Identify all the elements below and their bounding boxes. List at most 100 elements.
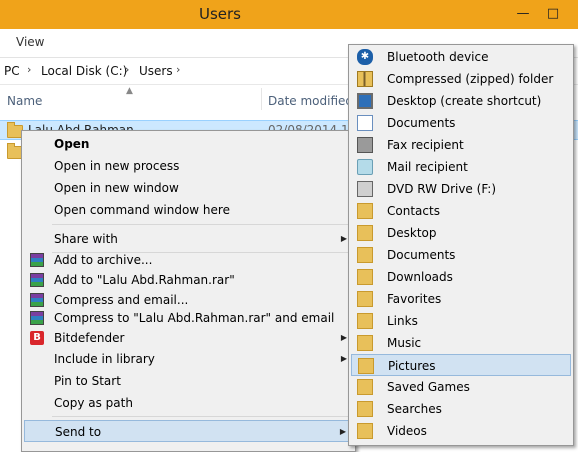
menu-item-label: Bluetooth device (387, 50, 489, 64)
chevron-right-icon[interactable]: › (125, 63, 129, 76)
context-menu: Open Open in new process Open in new win… (21, 130, 356, 452)
menu-item-pin-to-start[interactable]: Pin to Start (24, 370, 353, 392)
window-title: Users (198, 5, 241, 23)
menu-item-label: Desktop (create shortcut) (387, 94, 542, 108)
folder-icon (357, 269, 373, 285)
menu-item-label: Add to "Lalu Abd.Rahman.rar" (54, 273, 235, 287)
send-to-videos[interactable]: Videos (351, 420, 571, 442)
menu-item-share-with[interactable]: Share with ▶ (24, 228, 353, 250)
bitdefender-icon: B (30, 331, 44, 345)
breadcrumb-item[interactable]: PC (4, 64, 20, 78)
menu-item-open[interactable]: Open (24, 133, 353, 155)
submenu-arrow-icon: ▶ (340, 333, 347, 342)
menu-item-label: Saved Games (387, 380, 470, 394)
sort-ascending-icon: ▲ (126, 86, 133, 96)
mail-icon (357, 159, 373, 175)
chevron-right-icon[interactable]: › (176, 63, 180, 76)
menu-item-bitdefender[interactable]: B Bitdefender ▶ (24, 327, 353, 349)
menu-item-add-to-rar[interactable]: Add to "Lalu Abd.Rahman.rar" (24, 269, 353, 291)
column-header-name[interactable]: Name (7, 94, 42, 108)
menu-item-include-in-library[interactable]: Include in library ▶ (24, 348, 353, 370)
menu-item-label: Open in new process (54, 159, 180, 173)
menu-item-label: DVD RW Drive (F:) (387, 182, 497, 196)
send-to-bluetooth[interactable]: ✱ Bluetooth device (351, 46, 571, 68)
menu-item-label: Open in new window (54, 181, 179, 195)
column-header-date-modified[interactable]: Date modified (268, 94, 353, 108)
winrar-icon (30, 311, 44, 325)
winrar-icon (30, 273, 44, 287)
menu-item-label: Mail recipient (387, 160, 468, 174)
send-to-desktop[interactable]: Desktop (351, 222, 571, 244)
chevron-right-icon[interactable]: › (27, 63, 31, 76)
send-to-searches[interactable]: Searches (351, 398, 571, 420)
breadcrumb-item[interactable]: Local Disk (C:) (41, 64, 127, 78)
send-to-links[interactable]: Links (351, 310, 571, 332)
send-to-fax[interactable]: Fax recipient (351, 134, 571, 156)
menu-item-label: Add to archive... (54, 253, 153, 267)
send-to-dvd-drive[interactable]: DVD RW Drive (F:) (351, 178, 571, 200)
fax-icon (357, 137, 373, 153)
send-to-desktop-shortcut[interactable]: Desktop (create shortcut) (351, 90, 571, 112)
menu-item-label: Pictures (388, 359, 436, 373)
menu-item-label: Desktop (387, 226, 437, 240)
bluetooth-icon: ✱ (357, 49, 373, 65)
folder-icon (358, 358, 374, 374)
menu-item-open-new-window[interactable]: Open in new window (24, 177, 353, 199)
menu-item-send-to[interactable]: Send to ▶ (24, 420, 353, 442)
title-bar: Users — □ (0, 0, 578, 29)
submenu-arrow-icon: ▶ (339, 427, 346, 436)
menu-item-label: Contacts (387, 204, 440, 218)
winrar-icon (30, 293, 44, 307)
column-divider[interactable] (261, 88, 262, 110)
menu-item-label: Send to (55, 425, 102, 439)
folder-icon (357, 335, 373, 351)
menu-item-label: Favorites (387, 292, 442, 306)
folder-icon (357, 313, 373, 329)
menu-item-label: Bitdefender (54, 331, 125, 345)
zip-folder-icon (357, 71, 373, 87)
folder-icon (357, 247, 373, 263)
maximize-icon[interactable]: □ (538, 0, 568, 29)
send-to-music[interactable]: Music (351, 332, 571, 354)
folder-icon (357, 225, 373, 241)
menu-item-label: Downloads (387, 270, 453, 284)
menu-item-label: Fax recipient (387, 138, 464, 152)
send-to-pictures[interactable]: Pictures (351, 354, 571, 376)
menu-item-label: Documents (387, 248, 456, 262)
send-to-favorites[interactable]: Favorites (351, 288, 571, 310)
folder-icon (357, 291, 373, 307)
menu-item-label: Music (387, 336, 422, 350)
submenu-arrow-icon: ▶ (340, 354, 347, 363)
winrar-icon (30, 253, 44, 267)
breadcrumb-item[interactable]: Users (139, 64, 173, 78)
dvd-drive-icon (357, 181, 373, 197)
submenu-arrow-icon: ▶ (340, 234, 347, 243)
menu-item-add-to-archive[interactable]: Add to archive... (24, 249, 353, 271)
minimize-icon[interactable]: — (508, 0, 538, 29)
send-to-documents-folder[interactable]: Documents (351, 244, 571, 266)
folder-icon (357, 379, 373, 395)
menu-item-copy-as-path[interactable]: Copy as path (24, 392, 353, 414)
folder-icon (357, 203, 373, 219)
menu-item-label: Copy as path (54, 396, 133, 410)
menu-item-open-new-process[interactable]: Open in new process (24, 155, 353, 177)
send-to-mail[interactable]: Mail recipient (351, 156, 571, 178)
documents-icon (357, 115, 373, 131)
menu-item-label: Include in library (54, 352, 155, 366)
menu-item-open-command-window[interactable]: Open command window here (24, 199, 353, 221)
send-to-contacts[interactable]: Contacts (351, 200, 571, 222)
send-to-zip-folder[interactable]: Compressed (zipped) folder (351, 68, 571, 90)
send-to-downloads[interactable]: Downloads (351, 266, 571, 288)
menu-separator (52, 224, 352, 225)
send-to-saved-games[interactable]: Saved Games (351, 376, 571, 398)
folder-icon (357, 401, 373, 417)
menu-item-label: Compressed (zipped) folder (387, 72, 554, 86)
menu-separator (52, 416, 352, 417)
menu-item-compress-to-rar-and-email[interactable]: Compress to "Lalu Abd.Rahman.rar" and em… (24, 307, 353, 329)
menu-item-label: Compress to "Lalu Abd.Rahman.rar" and em… (54, 311, 335, 325)
menu-item-label: Share with (54, 232, 118, 246)
send-to-documents[interactable]: Documents (351, 112, 571, 134)
folder-icon (357, 423, 373, 439)
ribbon-tab-view[interactable]: View (16, 35, 44, 49)
menu-item-label: Open command window here (54, 203, 230, 217)
